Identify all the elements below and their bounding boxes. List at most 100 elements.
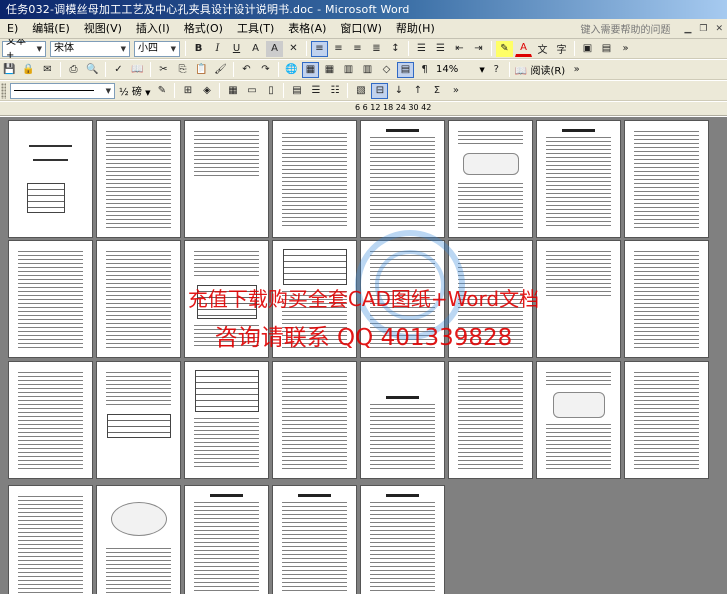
split-cells-icon[interactable]: ▯ — [262, 83, 279, 99]
menu-item-insert[interactable]: 插入(I) — [129, 20, 177, 38]
align-cell-icon[interactable]: ▤ — [288, 83, 305, 99]
page-thumbnail[interactable] — [184, 120, 269, 238]
copy-icon[interactable]: ⎘ — [174, 62, 191, 78]
menu-item-help[interactable]: 帮助(H) — [389, 20, 442, 38]
menu-item-file[interactable]: E) — [0, 20, 25, 38]
menu-item-table[interactable]: 表格(A) — [281, 20, 333, 38]
autosum-icon[interactable]: Σ — [428, 83, 445, 99]
page-thumbnail[interactable] — [360, 361, 445, 479]
numbering-icon[interactable]: ☰ — [413, 41, 430, 57]
undo-icon[interactable]: ↶ — [238, 62, 255, 78]
toolbar-options-icon[interactable]: » — [447, 83, 464, 99]
research-icon[interactable]: 📖 — [129, 62, 146, 78]
font-combo[interactable]: 宋体 ▼ — [50, 40, 130, 57]
highlight-icon[interactable]: ✎ — [496, 40, 513, 57]
char-border-icon[interactable]: A — [247, 41, 264, 57]
close-icon[interactable]: ✕ — [711, 24, 727, 34]
page-thumbnail[interactable] — [448, 120, 533, 238]
save-icon[interactable]: 💾 — [1, 62, 18, 78]
help-search-input[interactable]: 键入需要帮助的问题 — [574, 21, 676, 36]
text-direction-icon[interactable]: ⊟ — [371, 82, 389, 99]
page-thumbnail[interactable] — [360, 485, 445, 594]
document-map-icon[interactable]: ▤ — [397, 61, 414, 78]
columns-icon[interactable]: ▥ — [359, 62, 376, 78]
sort-descending-icon[interactable]: ↑ — [409, 83, 426, 99]
help-icon[interactable]: ? — [488, 62, 505, 78]
hyperlink-icon[interactable]: 🌐 — [283, 62, 300, 78]
toolbar-grip[interactable] — [1, 82, 6, 99]
char-shading-icon[interactable]: A — [266, 40, 283, 57]
page-thumbnail[interactable] — [96, 120, 181, 238]
menu-item-tools[interactable]: 工具(T) — [230, 20, 281, 38]
menu-item-view[interactable]: 视图(V) — [77, 20, 129, 38]
horizontal-ruler[interactable]: 6 6 12 18 24 30 42 — [0, 102, 727, 116]
page-thumbnail[interactable] — [624, 361, 709, 479]
bold-button[interactable]: B — [190, 41, 207, 57]
restore-icon[interactable]: ❐ — [695, 24, 711, 34]
page-thumbnail[interactable] — [96, 361, 181, 479]
increase-indent-icon[interactable]: ⇥ — [470, 41, 487, 57]
permission-icon[interactable]: 🔒 — [20, 62, 37, 78]
page-thumbnail[interactable] — [184, 485, 269, 594]
menu-item-edit[interactable]: 编辑(E) — [25, 20, 77, 38]
shading-color-icon[interactable]: ◈ — [198, 83, 215, 99]
menu-item-format[interactable]: 格式(O) — [177, 20, 230, 38]
spelling-icon[interactable]: ✓ — [110, 62, 127, 78]
underline-button[interactable]: U — [228, 41, 245, 57]
tables-borders-icon[interactable]: ▦ — [302, 61, 319, 78]
line-style-combo[interactable]: ▼ — [10, 82, 115, 99]
font-color-button[interactable]: A — [515, 41, 532, 57]
enclose-char-icon[interactable]: 字 — [553, 41, 570, 57]
insert-excel-icon[interactable]: ▥ — [340, 62, 357, 78]
page-thumbnail[interactable] — [536, 240, 621, 358]
page-thumbnail[interactable] — [272, 361, 357, 479]
picture-icon[interactable]: ▣ — [579, 41, 596, 57]
line-weight-combo[interactable]: ½ 磅 ▼ — [117, 83, 152, 98]
toolbar-options-icon[interactable]: » — [617, 41, 634, 57]
print-preview-icon[interactable]: 🔍 — [84, 62, 101, 78]
page-thumbnail[interactable] — [536, 120, 621, 238]
page-thumbnail[interactable] — [448, 240, 533, 358]
cut-icon[interactable]: ✂ — [155, 62, 172, 78]
sort-ascending-icon[interactable]: ↓ — [390, 83, 407, 99]
page-thumbnail[interactable] — [96, 485, 181, 594]
drawing-icon[interactable]: ◇ — [378, 62, 395, 78]
page-thumbnail[interactable] — [8, 361, 93, 479]
email-icon[interactable]: ✉ — [39, 62, 56, 78]
align-right-icon[interactable]: ≡ — [349, 41, 366, 57]
page-thumbnail[interactable] — [272, 485, 357, 594]
page-thumbnail[interactable] — [448, 361, 533, 479]
page-thumbnail[interactable] — [360, 120, 445, 238]
page-thumbnail[interactable] — [272, 120, 357, 238]
text-box-icon[interactable]: ▤ — [598, 41, 615, 57]
font-size-combo[interactable]: 小四 ▼ — [134, 40, 180, 57]
page-thumbnail[interactable] — [184, 240, 269, 358]
autoformat-icon[interactable]: ▧ — [352, 83, 369, 99]
line-spacing-icon[interactable]: ↕ — [387, 41, 404, 57]
page-thumbnail[interactable] — [8, 485, 93, 594]
distributed-align-icon[interactable]: ≣ — [368, 41, 385, 57]
page-thumbnail[interactable] — [624, 240, 709, 358]
toolbar-options-icon[interactable]: » — [568, 62, 585, 78]
show-hide-icon[interactable]: ¶ — [416, 62, 433, 78]
read-mode-button[interactable]: 📖 阅读(R) — [513, 62, 567, 77]
print-icon[interactable]: ⎙ — [65, 62, 82, 78]
menu-item-window[interactable]: 窗口(W) — [333, 20, 388, 38]
decrease-indent-icon[interactable]: ⇤ — [451, 41, 468, 57]
document-workspace[interactable] — [0, 117, 727, 594]
format-painter-icon[interactable]: 🖌 — [212, 62, 229, 78]
align-center-icon[interactable]: ≡ — [330, 41, 347, 57]
page-thumbnail[interactable] — [624, 120, 709, 238]
minimize-icon[interactable]: ▁ — [680, 24, 695, 34]
align-justify-icon[interactable]: ≡ — [311, 40, 328, 57]
merge-cells-icon[interactable]: ▭ — [243, 83, 260, 99]
border-icon[interactable]: ⊞ — [179, 83, 196, 99]
bullets-icon[interactable]: ☰ — [432, 41, 449, 57]
italic-button[interactable]: I — [209, 41, 226, 57]
border-color-icon[interactable]: ✎ — [153, 83, 170, 99]
page-thumbnail[interactable] — [8, 120, 93, 238]
zoom-combo[interactable]: 14% ▼ — [434, 64, 487, 75]
page-thumbnail[interactable] — [184, 361, 269, 479]
insert-table-icon[interactable]: ▦ — [321, 62, 338, 78]
distribute-columns-icon[interactable]: ☷ — [326, 83, 343, 99]
